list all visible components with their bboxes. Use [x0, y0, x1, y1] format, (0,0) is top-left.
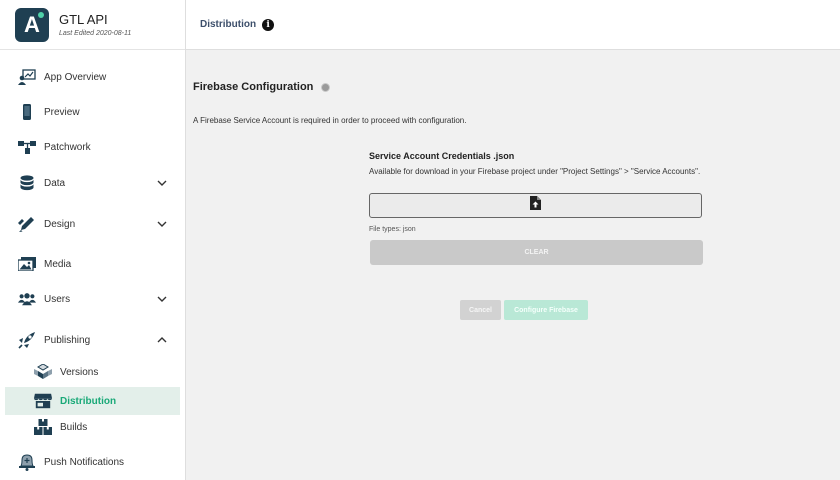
status-indicator-icon	[321, 82, 331, 92]
app-overview-icon	[18, 68, 36, 86]
app-logo-dot	[38, 11, 44, 18]
sidebar-item-label: Distribution	[60, 395, 117, 407]
sidebar-item-label: Design	[44, 218, 76, 230]
storefront-icon	[34, 392, 52, 410]
file-upload-icon	[530, 196, 541, 215]
patchwork-icon	[18, 138, 36, 156]
sidebar-item-label: App Overview	[44, 71, 107, 83]
image-icon	[18, 255, 36, 273]
sidebar-item-preview[interactable]: Preview	[0, 98, 185, 126]
sidebar-item-label: Users	[44, 293, 71, 305]
sidebar-item-versions[interactable]: Versions	[0, 358, 185, 386]
intro-text: A Firebase Service Account is required i…	[193, 116, 467, 125]
phone-icon	[18, 103, 36, 121]
boxes-icon	[34, 418, 52, 436]
chevron-down-icon[interactable]	[157, 219, 167, 229]
sidebar-item-publishing[interactable]: Publishing	[0, 326, 185, 354]
file-upload-dropzone[interactable]	[369, 193, 702, 218]
sidebar-item-label: Preview	[44, 106, 80, 118]
topbar: Distribution i	[186, 0, 840, 50]
sidebar-item-app-overview[interactable]: App Overview	[0, 63, 185, 91]
page-title: Distribution	[200, 19, 257, 30]
sidebar-item-label: Patchwork	[44, 141, 91, 153]
sidebar-item-label: Data	[44, 177, 66, 189]
pencil-icon	[18, 215, 36, 233]
sidebar-item-media[interactable]: Media	[0, 250, 185, 278]
sidebar: A GTL API Last Edited 2020-08-11 App Ove…	[0, 0, 186, 480]
app-last-edited: Last Edited 2020-08-11	[59, 30, 132, 37]
bell-icon	[18, 453, 36, 471]
cancel-button[interactable]: Cancel	[460, 300, 501, 320]
info-icon[interactable]: i	[262, 18, 275, 31]
app-name: GTL API	[59, 12, 108, 27]
section-title: Firebase Configuration	[193, 81, 331, 93]
chevron-up-icon[interactable]	[157, 335, 167, 345]
app-logo: A	[15, 7, 49, 42]
sidebar-item-data[interactable]: Data	[0, 169, 185, 197]
credentials-field-help: Available for download in your Firebase …	[369, 167, 701, 176]
clear-button[interactable]: CLEAR	[370, 240, 703, 265]
database-icon	[18, 174, 36, 192]
sidebar-item-distribution[interactable]: Distribution	[5, 387, 180, 415]
app-info: GTL API Last Edited 2020-08-11	[59, 12, 131, 37]
sidebar-item-label: Publishing	[44, 334, 91, 346]
chevron-down-icon[interactable]	[157, 178, 167, 188]
sidebar-item-builds[interactable]: Builds	[0, 413, 185, 441]
rocket-icon	[18, 331, 36, 349]
sidebar-item-label: Versions	[60, 366, 99, 378]
users-icon	[18, 290, 36, 308]
file-types-hint: File types: json	[369, 226, 416, 233]
credentials-field-label: Service Account Credentials .json	[369, 151, 515, 161]
configure-firebase-button[interactable]: Configure Firebase	[504, 300, 588, 320]
sidebar-item-label: Media	[44, 258, 72, 270]
versions-icon	[34, 363, 52, 381]
sidebar-item-push-notifications[interactable]: Push Notifications	[0, 448, 185, 476]
chevron-down-icon[interactable]	[157, 294, 167, 304]
sidebar-item-users[interactable]: Users	[0, 285, 185, 313]
app-header[interactable]: A GTL API Last Edited 2020-08-11	[0, 0, 185, 50]
section-title-text: Firebase Configuration	[193, 81, 314, 93]
sidebar-item-label: Builds	[60, 421, 88, 433]
sidebar-item-label: Push Notifications	[44, 456, 125, 468]
sidebar-item-design[interactable]: Design	[0, 210, 185, 238]
sidebar-item-patchwork[interactable]: Patchwork	[0, 133, 185, 161]
